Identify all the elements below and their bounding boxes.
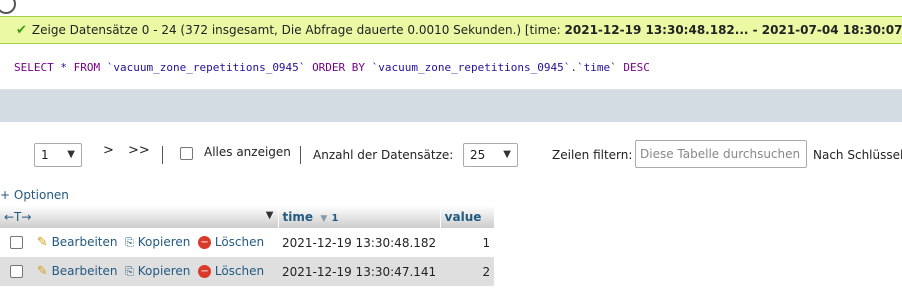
edit-link[interactable]: Bearbeiten bbox=[52, 235, 118, 249]
copy-icon: ⎘ bbox=[125, 265, 134, 278]
rows-count-label: Anzahl der Datensätze: bbox=[313, 148, 454, 162]
cursor-circle-icon bbox=[0, 0, 16, 14]
chevron-down-icon: ▼ bbox=[67, 149, 75, 160]
delete-link[interactable]: Löschen bbox=[215, 264, 264, 278]
sql-query: SELECT * FROM `vacuum_zone_repetitions_0… bbox=[0, 46, 902, 90]
pencil-icon: ✎ bbox=[36, 264, 48, 279]
column-header-value[interactable]: value bbox=[440, 206, 495, 228]
copy-icon: ⎘ bbox=[125, 236, 134, 249]
chevron-down-icon: ▼ bbox=[503, 149, 511, 160]
options-link[interactable]: + Optionen bbox=[0, 188, 69, 202]
filter-rows-input[interactable] bbox=[635, 140, 807, 168]
column-header-time[interactable]: time ▼ 1 bbox=[278, 206, 441, 228]
sort-by-key-label: Nach Schlüssel bbox=[813, 148, 902, 162]
time-range: 2021-12-19 13:30:48.182... - 2021-07-04 … bbox=[564, 23, 902, 37]
delete-link[interactable]: Löschen bbox=[215, 235, 264, 249]
navigation-bar: 1 ▼ > >> Alles anzeigen Anzahl der Datens… bbox=[0, 140, 902, 170]
column-resize-icon[interactable]: ←T→ bbox=[4, 210, 31, 224]
cell-value: 2 bbox=[440, 257, 495, 286]
results-table: ←T→ ▼ time ▼ 1 value ✎ Bearbeiten ⎘ Kopi… bbox=[0, 206, 495, 286]
last-page-button[interactable]: >> bbox=[128, 143, 150, 158]
table-header-row: ←T→ ▼ time ▼ 1 value bbox=[0, 206, 495, 228]
show-all-checkbox[interactable] bbox=[180, 147, 193, 160]
rows-per-page-select[interactable]: 25 ▼ bbox=[463, 143, 518, 167]
sort-desc-icon: ▼ bbox=[317, 214, 328, 224]
copy-link[interactable]: Kopieren bbox=[138, 235, 191, 249]
page-select[interactable]: 1 ▼ bbox=[34, 143, 82, 167]
row-actions: ✎ Bearbeiten ⎘ Kopieren − Löschen bbox=[0, 228, 278, 257]
filter-rows-label: Zeilen filtern: bbox=[552, 148, 633, 162]
row-actions: ✎ Bearbeiten ⎘ Kopieren − Löschen bbox=[0, 257, 278, 286]
pencil-icon: ✎ bbox=[36, 235, 48, 250]
sort-order-number: 1 bbox=[331, 213, 339, 224]
checkmark-icon: ✔ bbox=[16, 22, 27, 38]
dropdown-arrow-icon[interactable]: ▼ bbox=[266, 210, 274, 221]
success-message: ✔ Zeige Datensätze 0 - 24 (372 insgesamt… bbox=[0, 16, 902, 44]
delete-icon: − bbox=[198, 265, 212, 278]
row-checkbox[interactable] bbox=[10, 236, 23, 249]
delete-icon: − bbox=[198, 236, 212, 249]
divider bbox=[300, 146, 301, 164]
edit-link[interactable]: Bearbeiten bbox=[52, 264, 118, 278]
query-toolbar bbox=[0, 90, 902, 122]
divider bbox=[162, 146, 163, 164]
show-all-label: Alles anzeigen bbox=[204, 145, 291, 159]
next-page-button[interactable]: > bbox=[103, 143, 114, 158]
row-checkbox[interactable] bbox=[10, 265, 23, 278]
cell-time: 2021-12-19 13:30:48.182 bbox=[278, 228, 441, 257]
copy-link[interactable]: Kopieren bbox=[138, 264, 191, 278]
action-header: ←T→ ▼ bbox=[0, 206, 279, 228]
table-row: ✎ Bearbeiten ⎘ Kopieren − Löschen 2021-1… bbox=[0, 257, 495, 286]
success-text: Zeige Datensätze 0 - 24 (372 insgesamt, … bbox=[32, 23, 902, 37]
cell-value: 1 bbox=[440, 228, 495, 257]
table-row: ✎ Bearbeiten ⎘ Kopieren − Löschen 2021-1… bbox=[0, 228, 495, 257]
cell-time: 2021-12-19 13:30:47.141 bbox=[278, 257, 441, 286]
